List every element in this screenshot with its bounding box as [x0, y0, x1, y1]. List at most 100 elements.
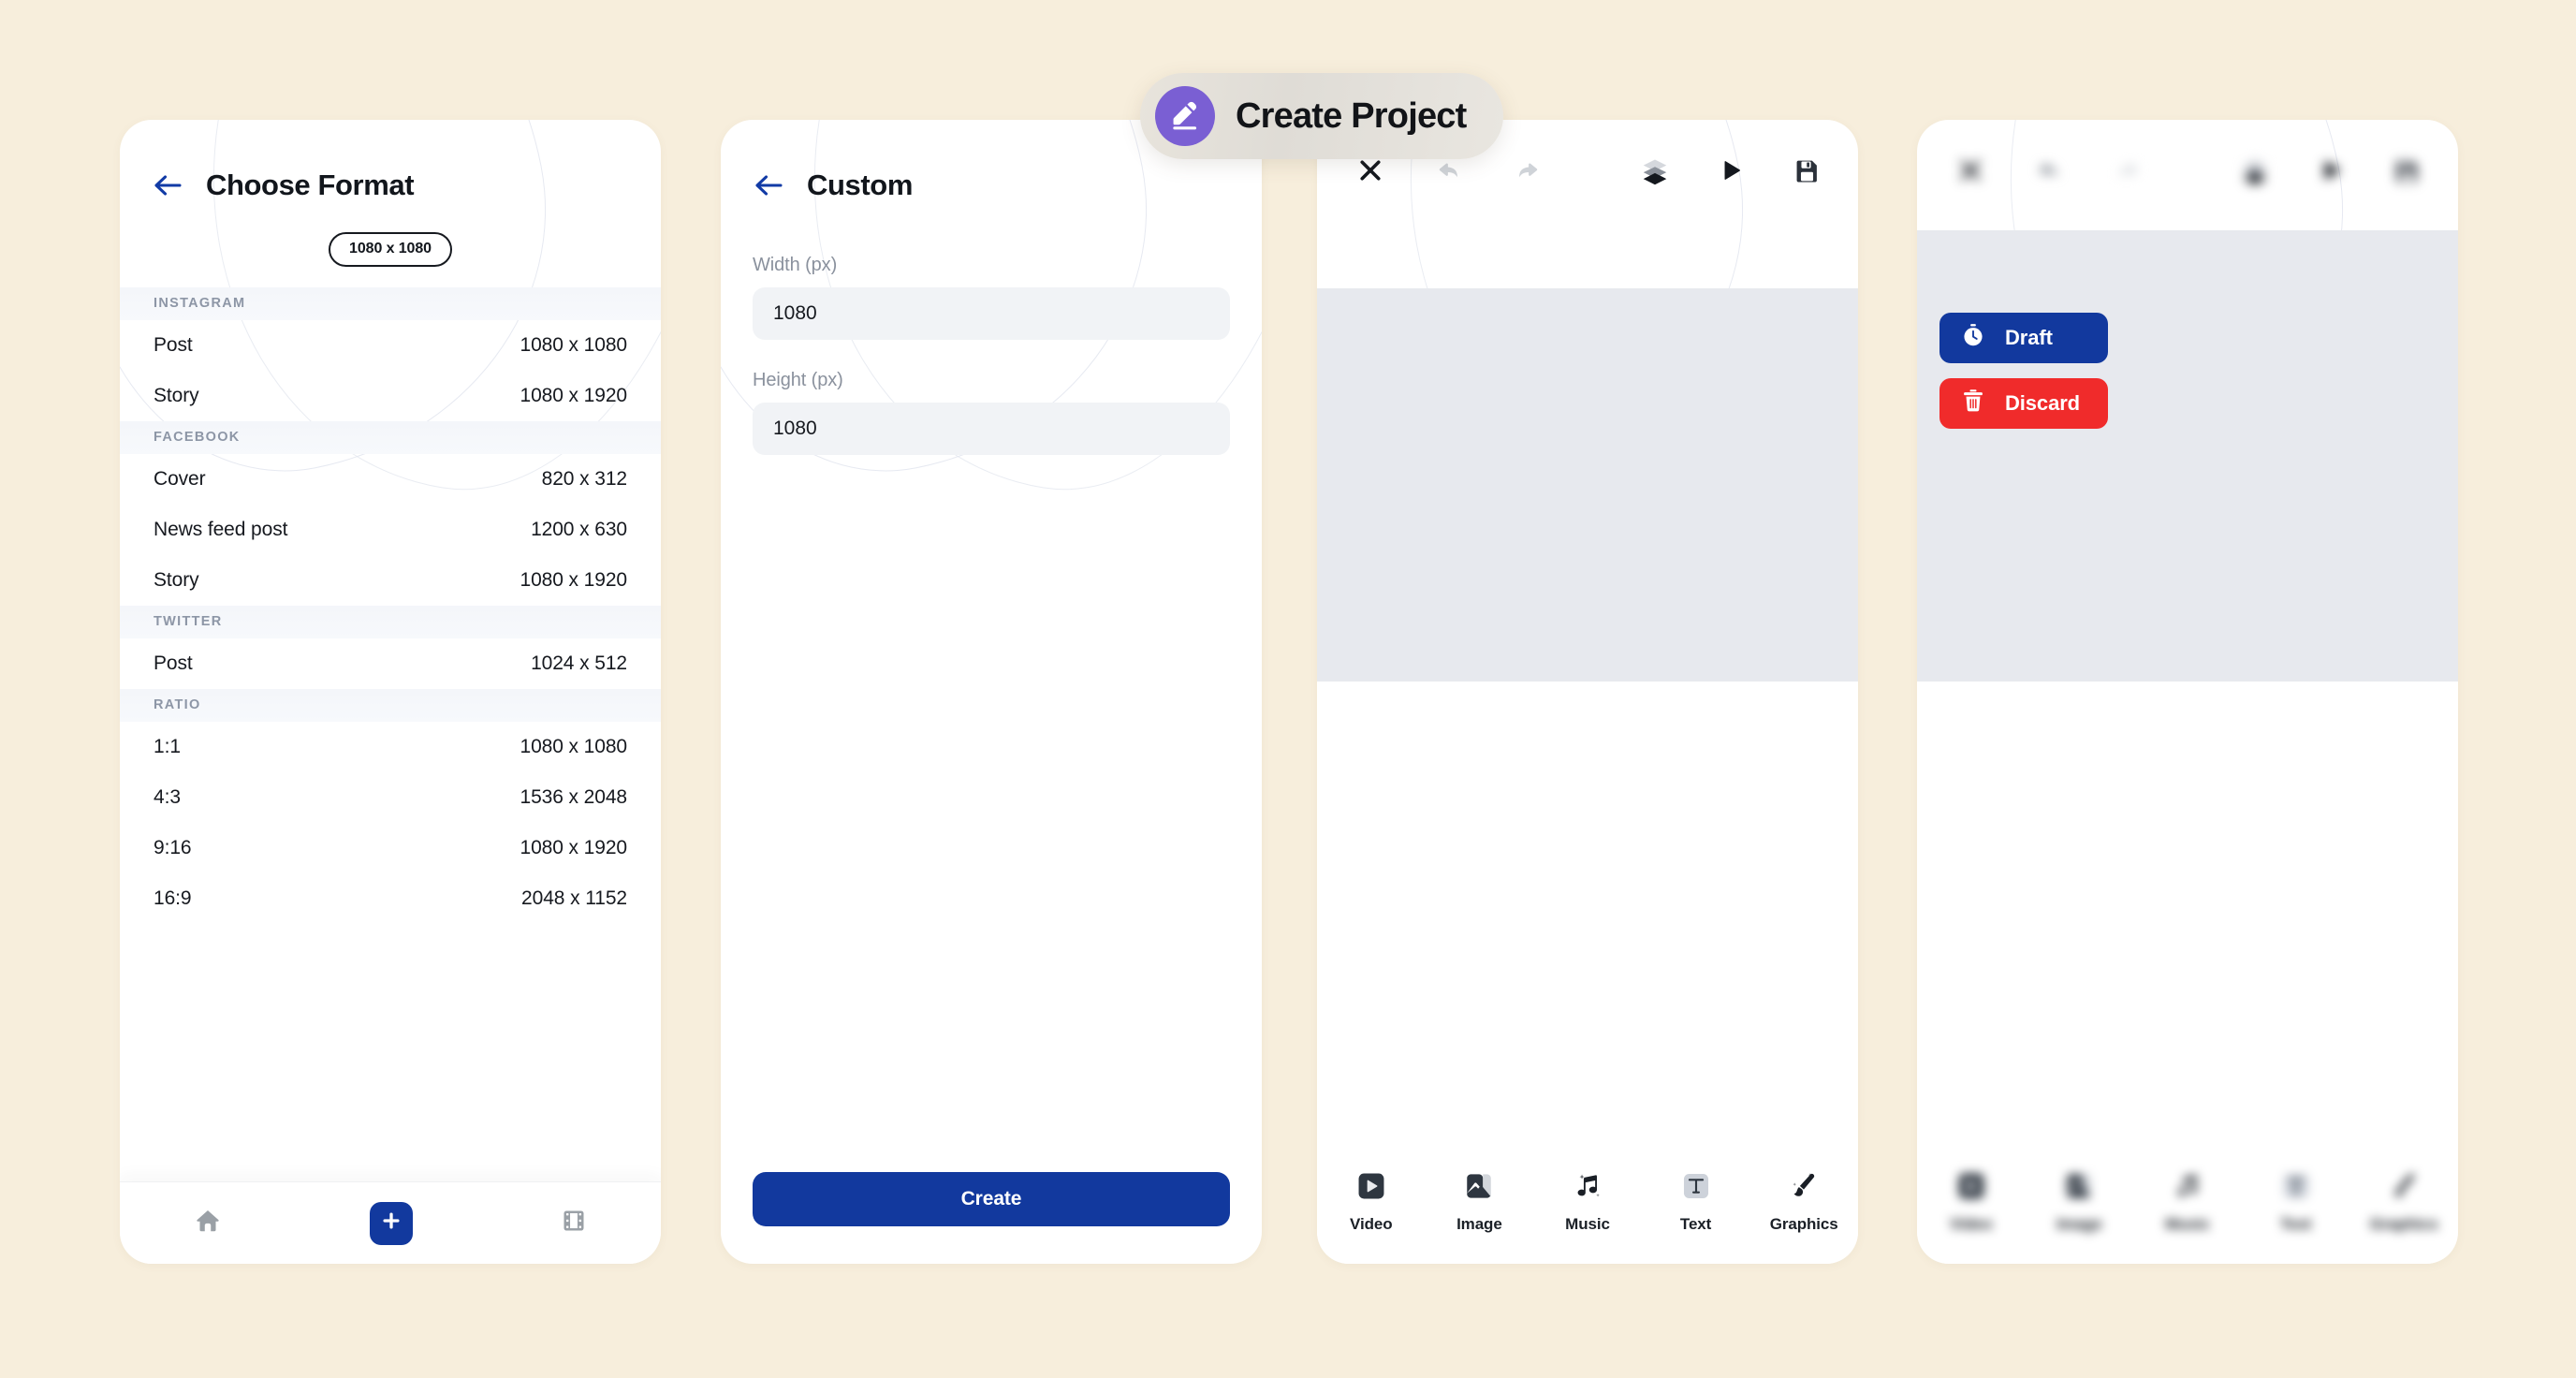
play-icon[interactable]: [1706, 157, 1757, 183]
selected-size-pill[interactable]: 1080 x 1080: [329, 232, 452, 267]
tool-music[interactable]: Music: [2144, 1170, 2231, 1234]
play-icon[interactable]: [2306, 157, 2357, 183]
width-input[interactable]: 1080: [753, 287, 1230, 340]
redo-icon[interactable]: [1502, 156, 1553, 184]
height-input[interactable]: 1080: [753, 403, 1230, 455]
undo-icon[interactable]: [2024, 156, 2074, 184]
create-project-badge-label: Create Project: [1236, 95, 1467, 136]
discard-button-label: Discard: [2005, 391, 2081, 415]
exit-project-screen: Draft Discard Video Image Music Text Gra…: [1917, 120, 2458, 1264]
format-row-ratio-4-3[interactable]: 4:3 1536 x 2048: [120, 772, 661, 823]
music-icon: [1572, 1170, 1603, 1207]
format-row-label: 1:1: [154, 736, 181, 757]
close-icon[interactable]: [1945, 156, 1996, 184]
tool-video[interactable]: Video: [1328, 1170, 1414, 1234]
brush-icon: [2388, 1170, 2420, 1207]
format-row-value: 1080 x 1920: [520, 385, 627, 406]
bottom-tab-bar: [120, 1181, 661, 1264]
tool-video[interactable]: Video: [1928, 1170, 2014, 1234]
save-icon[interactable]: [2383, 157, 2430, 184]
format-row-value: 1080 x 1080: [520, 334, 627, 356]
plus-icon: [381, 1210, 402, 1236]
back-arrow-icon[interactable]: [753, 172, 784, 198]
format-row-value: 1080 x 1920: [520, 837, 627, 858]
format-row-facebook-story[interactable]: Story 1080 x 1920: [120, 555, 661, 606]
tool-label: Music: [2165, 1215, 2210, 1233]
format-row-facebook-news-feed-post[interactable]: News feed post 1200 x 630: [120, 505, 661, 555]
tool-label: Video: [1950, 1215, 1993, 1233]
tool-image[interactable]: Image: [1436, 1170, 1522, 1234]
close-icon[interactable]: [1345, 156, 1396, 184]
format-row-ratio-1-1[interactable]: 1:1 1080 x 1080: [120, 722, 661, 772]
tab-projects[interactable]: [561, 1208, 587, 1239]
format-row-value: 1024 x 512: [531, 652, 627, 674]
tab-home[interactable]: [194, 1207, 222, 1239]
format-row-facebook-cover[interactable]: Cover 820 x 312: [120, 454, 661, 505]
format-row-value: 1536 x 2048: [520, 786, 627, 808]
format-group-header-ratio: RATIO: [120, 689, 661, 722]
undo-icon[interactable]: [1424, 156, 1474, 184]
editor-canvas-dimmed: [1917, 230, 2458, 682]
layers-icon[interactable]: [1630, 155, 1680, 185]
custom-size-screen: Custom Width (px) 1080 Height (px) 1080 …: [721, 120, 1262, 1264]
music-icon: [2172, 1170, 2203, 1207]
image-icon: [2063, 1170, 2095, 1207]
format-row-label: Post: [154, 334, 193, 356]
draft-button-label: Draft: [2005, 326, 2053, 349]
selected-size-pill-row: 1080 x 1080: [120, 232, 661, 267]
format-row-label: 16:9: [154, 887, 192, 909]
video-icon: [1355, 1170, 1387, 1207]
discard-button[interactable]: Discard: [1939, 378, 2109, 429]
format-row-ratio-9-16[interactable]: 9:16 1080 x 1920: [120, 823, 661, 873]
editor-screen: Video Image Music Text Graphics: [1317, 120, 1858, 1264]
tool-music[interactable]: Music: [1544, 1170, 1631, 1234]
create-button[interactable]: Create: [753, 1172, 1230, 1226]
tool-label: Image: [1456, 1215, 1502, 1233]
exit-action-group: Draft Discard: [1939, 313, 2109, 429]
layers-icon[interactable]: [2230, 155, 2280, 185]
text-icon: [1680, 1170, 1712, 1207]
page-title: Choose Format: [206, 169, 415, 201]
home-icon: [194, 1207, 222, 1239]
tool-label: Image: [2056, 1215, 2102, 1233]
format-row-label: Post: [154, 652, 193, 674]
custom-size-form: Width (px) 1080 Height (px) 1080: [721, 202, 1262, 455]
format-row-ratio-16-9[interactable]: 16:9 2048 x 1152: [120, 873, 661, 924]
editor-canvas[interactable]: [1317, 288, 1858, 682]
format-list: INSTAGRAM Post 1080 x 1080 Story 1080 x …: [120, 287, 661, 924]
screenshot-canvas: Choose Format 1080 x 1080 INSTAGRAM Post…: [0, 0, 2576, 1378]
format-row-label: 9:16: [154, 837, 192, 858]
tool-text[interactable]: Text: [2253, 1170, 2339, 1234]
choose-format-screen: Choose Format 1080 x 1080 INSTAGRAM Post…: [120, 120, 661, 1264]
redo-icon[interactable]: [2102, 156, 2153, 184]
format-row-twitter-post[interactable]: Post 1024 x 512: [120, 638, 661, 689]
format-row-value: 1080 x 1920: [520, 569, 627, 591]
format-group-header-instagram: INSTAGRAM: [120, 287, 661, 320]
tool-image[interactable]: Image: [2036, 1170, 2122, 1234]
editor-tool-bar: Video Image Music Text Graphics: [1317, 1153, 1858, 1264]
page-title: Custom: [807, 169, 913, 201]
format-row-instagram-story[interactable]: Story 1080 x 1920: [120, 371, 661, 421]
film-icon: [561, 1208, 587, 1239]
format-row-value: 2048 x 1152: [521, 887, 627, 909]
format-row-value: 1200 x 630: [531, 519, 627, 540]
editor-tool-bar-blurred: Video Image Music Text Graphics: [1917, 1153, 2458, 1264]
draft-button[interactable]: Draft: [1939, 313, 2109, 363]
save-icon[interactable]: [1783, 157, 1830, 184]
format-group-header-facebook: FACEBOOK: [120, 421, 661, 454]
tool-text[interactable]: Text: [1653, 1170, 1739, 1234]
back-arrow-icon[interactable]: [152, 172, 183, 198]
format-row-label: Story: [154, 569, 199, 591]
brush-icon: [1788, 1170, 1820, 1207]
tab-create[interactable]: [370, 1201, 413, 1245]
stopwatch-icon: [1960, 322, 1986, 354]
format-row-value: 1080 x 1080: [520, 736, 627, 757]
format-row-instagram-post[interactable]: Post 1080 x 1080: [120, 320, 661, 371]
image-icon: [1463, 1170, 1495, 1207]
format-row-label: News feed post: [154, 519, 288, 540]
tool-graphics[interactable]: Graphics: [2361, 1170, 2447, 1234]
tool-graphics[interactable]: Graphics: [1761, 1170, 1847, 1234]
format-row-label: Story: [154, 385, 199, 406]
width-field-label: Width (px): [753, 255, 838, 275]
height-field-label: Height (px): [753, 370, 843, 390]
